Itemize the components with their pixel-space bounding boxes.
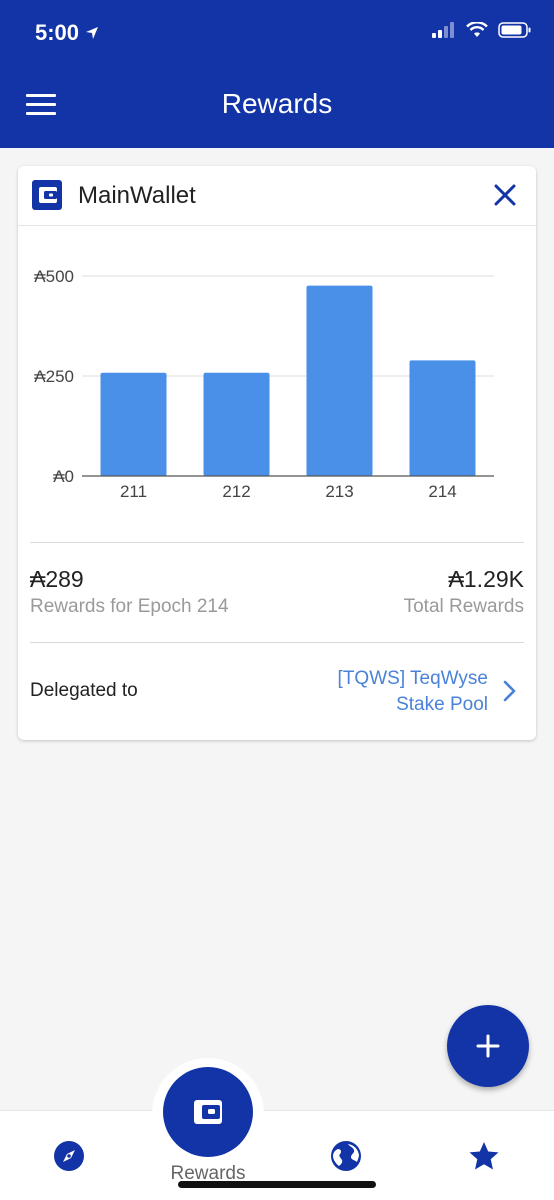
divider: [30, 542, 524, 543]
wallet-icon: [32, 180, 62, 210]
epoch-reward-amount: ₳289: [30, 566, 84, 592]
chart-bar: [100, 372, 167, 476]
status-indicators: [432, 22, 532, 38]
wifi-icon: [466, 22, 488, 37]
status-time-text: 5:00: [35, 20, 80, 45]
chart-y-tick-label: ₳250: [34, 367, 74, 386]
chart-bar: [203, 372, 270, 476]
location-arrow-icon: [86, 27, 99, 39]
battery-icon: [498, 22, 531, 38]
delegated-label: Delegated to: [30, 680, 138, 701]
wallet-name: MainWallet: [78, 182, 196, 209]
wallet-icon: [194, 1100, 222, 1124]
chart-x-tick-label: 212: [222, 482, 250, 501]
star-icon[interactable]: [468, 1140, 500, 1172]
chart-x-tick-label: 211: [120, 482, 147, 501]
chart-bar: [409, 360, 476, 476]
app-bar: 5:00 Rewards: [0, 0, 554, 148]
compass-icon[interactable]: [53, 1140, 85, 1172]
rewards-chart: ₳0 ₳250 ₳500 211 212 213 214: [34, 267, 494, 501]
page-title: Rewards: [221, 88, 333, 119]
stake-pool-name-line2[interactable]: Stake Pool: [268, 692, 488, 718]
add-wallet-button[interactable]: [447, 1005, 529, 1087]
epoch-reward-label: Rewards for Epoch 214: [30, 596, 229, 617]
status-time: 5:00: [35, 20, 99, 46]
stake-pool-name-line1[interactable]: [TQWS] TeqWyse: [268, 666, 488, 692]
chart-y-tick-label: ₳500: [34, 267, 74, 286]
stake-pool-link[interactable]: [TQWS] TeqWyse Stake Pool: [268, 666, 488, 718]
chart-x-tick-label: 213: [325, 482, 353, 501]
globe-icon[interactable]: [330, 1140, 362, 1172]
chart-y-tick-label: ₳0: [53, 467, 74, 486]
total-reward-amount: ₳1.29K: [448, 566, 524, 592]
chart-bar: [306, 285, 373, 476]
chart-x-tick-label: 214: [428, 482, 456, 501]
signal-icon: [432, 22, 454, 38]
close-icon[interactable]: [490, 180, 520, 210]
total-reward-label: Total Rewards: [403, 596, 524, 617]
chevron-right-icon[interactable]: [502, 680, 518, 702]
card-header: MainWallet: [18, 166, 536, 226]
wallet-card: MainWallet ₳0 ₳250 ₳500 211 212 213 214 ₳289 R…: [18, 166, 536, 740]
plus-icon: [476, 1034, 500, 1058]
home-indicator: [178, 1181, 376, 1188]
divider: [30, 642, 524, 643]
nav-rewards-button[interactable]: [163, 1067, 253, 1157]
